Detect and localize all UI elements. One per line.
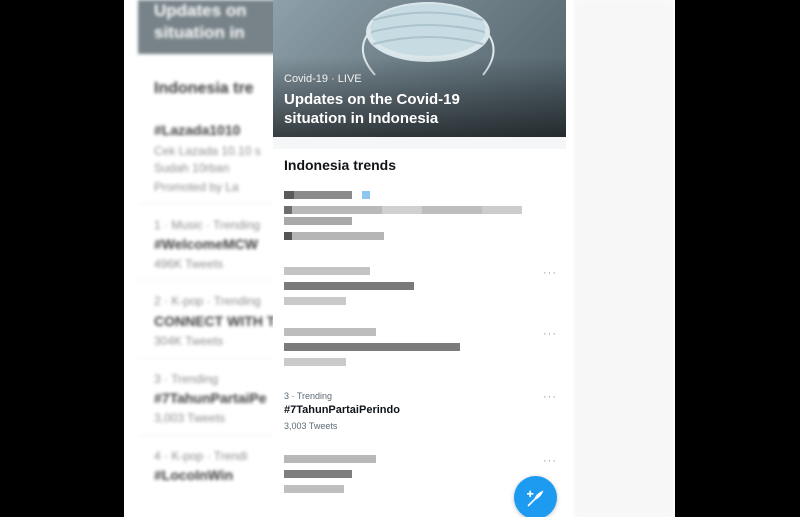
more-options-icon[interactable]: ··· [543, 328, 557, 340]
trend-item-censored[interactable]: ··· [284, 267, 559, 312]
pixelated-text [284, 232, 559, 240]
trend-item-censored[interactable]: ··· [284, 328, 559, 373]
pixelated-text [284, 217, 559, 225]
background-trend-count: 3,003 Tweets [154, 411, 226, 425]
background-divider [138, 358, 288, 359]
background-trend-meta: 2 · K-pop · Trending [154, 294, 261, 308]
background-trend-name: #LocoInWin [154, 467, 234, 483]
background-trend-count: 496K Tweets [154, 257, 224, 271]
trends-heading: Indonesia trends [284, 157, 397, 173]
background-divider [138, 203, 288, 204]
background-right-column [574, 0, 674, 517]
trend-name: #7TahunPartaiPerindo [284, 404, 400, 416]
trend-item[interactable]: 3 · Trending #7TahunPartaiPerindo 3,003 … [284, 391, 559, 431]
hero-title: Updates on the Covid-19 situation in Ind… [284, 91, 460, 127]
covid-hero-card[interactable]: Covid-19 · LIVE Updates on the Covid-19 … [273, 0, 566, 137]
pixelated-text [284, 343, 559, 351]
more-options-icon[interactable]: ··· [543, 267, 557, 279]
pixelated-text [284, 455, 559, 463]
compose-tweet-icon [526, 490, 543, 506]
pixelated-text [284, 206, 559, 214]
background-trend-count: 304K Tweets [154, 334, 224, 348]
hero-kicker: Covid-19 · LIVE [284, 73, 362, 85]
compose-tweet-button[interactable] [514, 476, 557, 517]
background-trend-name: CONNECT WITH T [154, 313, 276, 329]
background-banner-title: Updates on situation in [154, 1, 247, 42]
pixelated-text [284, 358, 559, 366]
background-divider [138, 280, 288, 281]
trend-item-censored[interactable] [284, 191, 559, 247]
pixelated-text [284, 282, 559, 290]
background-trend-desc: Sudah 10rban [154, 161, 230, 175]
more-options-icon[interactable]: ··· [543, 391, 557, 403]
trend-tweet-count: 3,003 Tweets [284, 421, 338, 431]
background-trend-name: #7TahunPartaiPe [154, 390, 267, 406]
pixelated-text [284, 297, 559, 305]
background-trend-name: #WelcomeMCW [154, 236, 258, 252]
pixelated-text [284, 191, 559, 199]
section-divider [273, 137, 566, 149]
background-trend-meta: 1 · Music · Trending [154, 218, 261, 232]
background-trend-name: #Lazada1010 [154, 122, 241, 138]
more-options-icon[interactable]: ··· [543, 455, 557, 467]
background-heading: Indonesia tre [154, 80, 254, 97]
trend-meta: 3 · Trending [284, 391, 333, 401]
pixelated-text [284, 470, 559, 478]
background-trend-meta: 3 · Trending [154, 372, 219, 386]
pixelated-text [284, 267, 559, 275]
background-trend-meta: 4 · K-pop · Trendi [154, 449, 248, 463]
background-divider [138, 435, 288, 436]
background-promoted-label: Promoted by La [154, 180, 239, 194]
pixelated-text [284, 328, 559, 336]
explore-panel: Covid-19 · LIVE Updates on the Covid-19 … [273, 0, 566, 517]
background-trend-desc: Cek Lazada 10.10 s [154, 144, 261, 158]
